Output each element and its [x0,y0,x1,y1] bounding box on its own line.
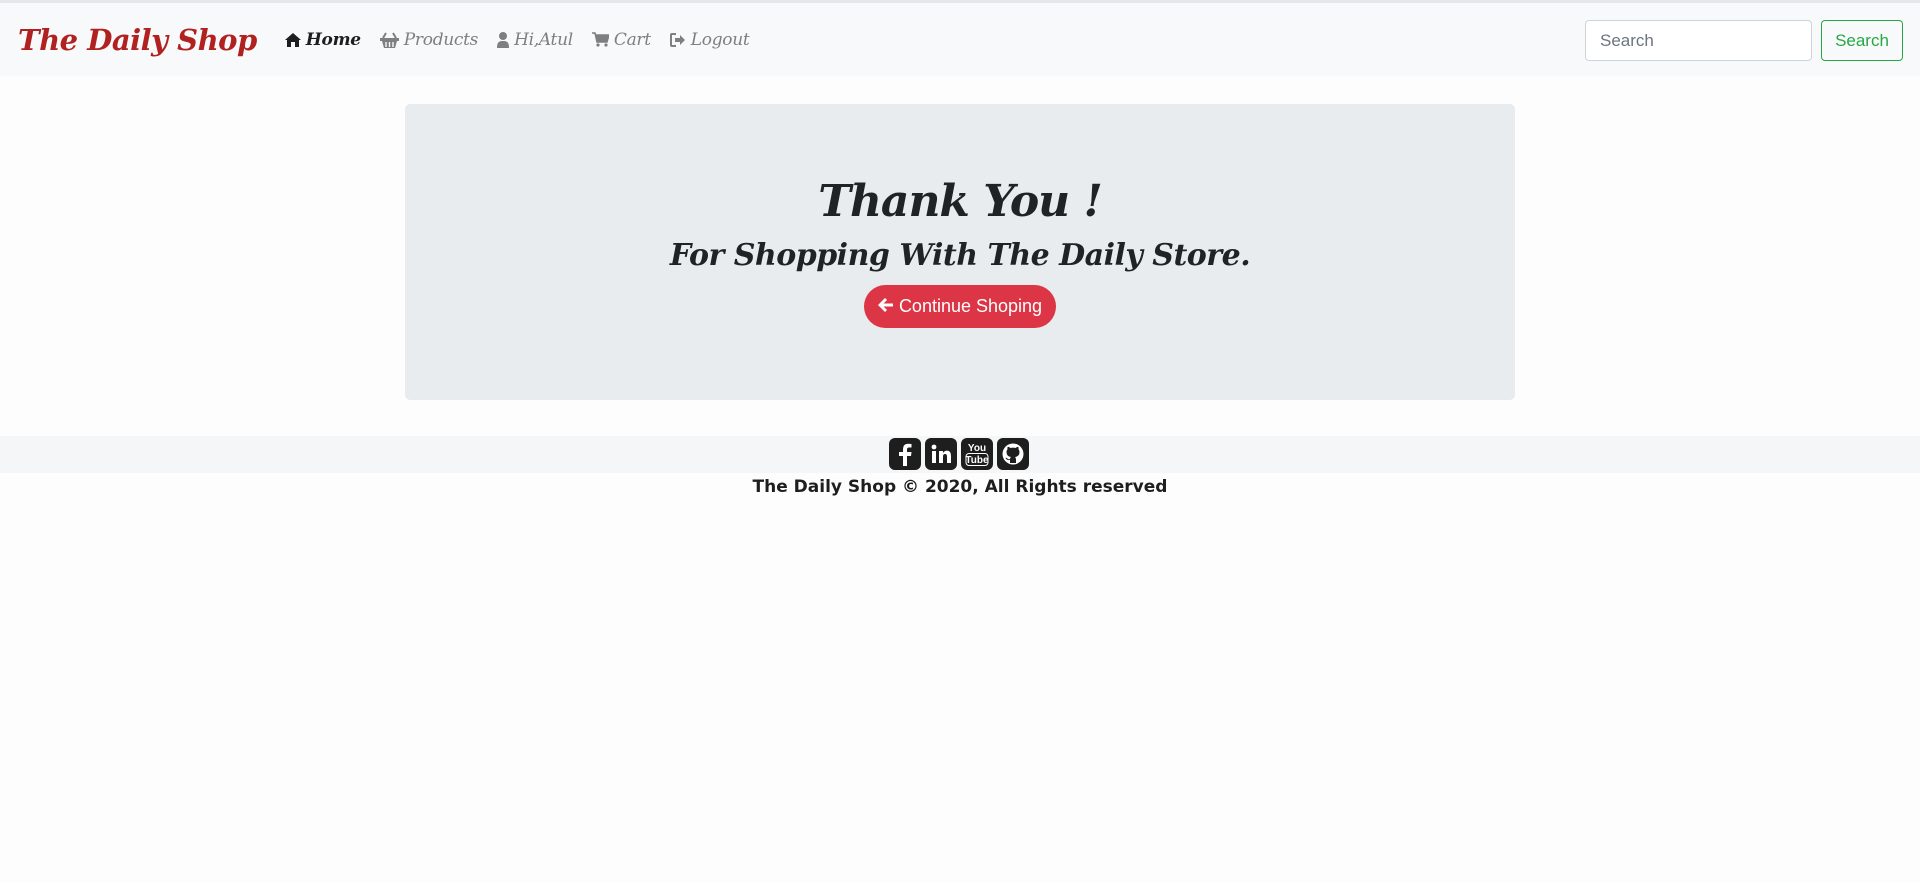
nav-item-label: Cart [613,29,651,50]
thank-you-heading: Thank You ! [818,176,1103,227]
youtube-icon[interactable]: You Tube [960,438,993,470]
nav-item-label: Hi,Atul [514,29,573,50]
logout-icon [669,32,686,47]
home-icon [284,32,301,47]
main-nav: Home Products Hi,Atul Cart Logout [284,29,769,50]
nav-item-label: Products [403,29,479,50]
nav-item-logout[interactable]: Logout [669,29,750,50]
nav-item-label: Home [305,29,361,50]
search-input[interactable] [1585,20,1812,61]
svg-text:Tube: Tube [965,455,989,466]
facebook-icon[interactable] [888,438,921,470]
continue-shopping-button[interactable]: Continue Shoping [864,285,1056,328]
nav-item-home[interactable]: Home [284,29,361,50]
thank-you-subheading: For Shopping With The Daily Store. [669,238,1251,273]
navbar: The Daily Shop Home Products Hi,Atul Car… [0,3,1920,76]
continue-shopping-label: Continue Shoping [898,296,1043,316]
nav-item-user[interactable]: Hi,Atul [497,30,573,50]
user-icon [497,31,510,48]
svg-text:You: You [967,443,985,454]
linkedin-icon[interactable] [924,438,957,470]
brand-logo[interactable]: The Daily Shop [18,23,257,57]
social-links: You Tube [0,438,1920,470]
basket-icon [379,31,399,48]
thank-you-panel: Thank You ! For Shopping With The Daily … [405,104,1515,400]
search-button[interactable]: Search [1821,20,1903,61]
copyright-text: The Daily Shop © 2020, All Rights reserv… [752,477,1168,497]
github-icon[interactable] [996,438,1029,470]
nav-item-products[interactable]: Products [379,29,479,50]
search-form: Search [1585,20,1903,61]
nav-item-label: Logout [690,29,750,50]
arrow-left-icon [877,296,893,317]
cart-icon [591,32,609,47]
nav-item-cart[interactable]: Cart [591,29,651,50]
